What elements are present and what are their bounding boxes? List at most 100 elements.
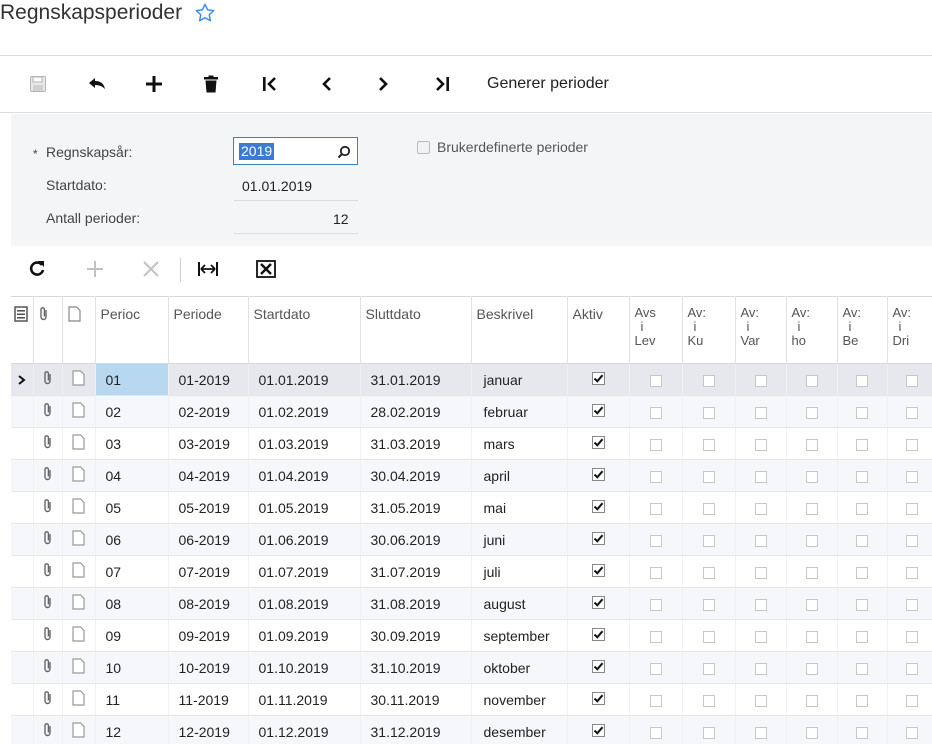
- table-row[interactable]: 01 01-2019 01.01.2019 31.01.2019 januar: [11, 363, 932, 396]
- cell-nr[interactable]: 06: [95, 523, 169, 556]
- note-cell[interactable]: [62, 395, 96, 428]
- cell-sluttdato[interactable]: 30.04.2019: [360, 459, 472, 492]
- cell-nr[interactable]: 08: [95, 587, 169, 620]
- active-checkbox[interactable]: [591, 371, 605, 388]
- row-selector-header[interactable]: [11, 296, 34, 364]
- table-row[interactable]: 12 12-2019 01.12.2019 31.12.2019 desember: [11, 715, 932, 744]
- cell-flag-5[interactable]: [837, 395, 888, 428]
- cell-flag-5[interactable]: [837, 651, 888, 684]
- col-header-flag-2[interactable]: Av: i Ku: [682, 296, 736, 364]
- cell-flag-3[interactable]: [735, 619, 787, 652]
- cell-flag-1[interactable]: [629, 555, 683, 588]
- cell-periode[interactable]: 06-2019: [168, 523, 249, 556]
- flag-checkbox[interactable]: [754, 566, 767, 579]
- flag-checkbox[interactable]: [856, 630, 868, 643]
- flag-checkbox[interactable]: [805, 726, 818, 739]
- cell-flag-6[interactable]: [887, 459, 932, 492]
- cell-startdato[interactable]: 01.11.2019: [248, 683, 361, 716]
- flag-checkbox[interactable]: [702, 438, 715, 451]
- cell-startdato[interactable]: 01.09.2019: [248, 619, 361, 652]
- cell-flag-3[interactable]: [735, 683, 787, 716]
- attachment-cell[interactable]: [33, 587, 63, 620]
- cell-flag-4[interactable]: [786, 587, 838, 620]
- flag-checkbox[interactable]: [754, 598, 767, 611]
- table-row[interactable]: 10 10-2019 01.10.2019 31.10.2019 oktober: [11, 651, 932, 684]
- row-indicator[interactable]: [11, 395, 34, 428]
- col-header-nr[interactable]: Perioc: [95, 296, 169, 364]
- cell-nr[interactable]: 12: [95, 715, 169, 744]
- flag-checkbox[interactable]: [905, 406, 918, 419]
- note-cell[interactable]: [62, 523, 96, 556]
- note-cell[interactable]: [62, 683, 96, 716]
- flag-checkbox[interactable]: [905, 662, 918, 675]
- row-indicator[interactable]: [11, 523, 34, 556]
- flag-checkbox[interactable]: [649, 694, 662, 707]
- flag-checkbox[interactable]: [754, 630, 767, 643]
- next-record-button[interactable]: [372, 56, 396, 112]
- active-checkbox[interactable]: [591, 563, 605, 580]
- favorite-star-icon[interactable]: [194, 2, 216, 24]
- col-header-aktiv[interactable]: Aktiv: [567, 296, 630, 364]
- cell-flag-4[interactable]: [786, 715, 838, 744]
- note-cell[interactable]: [62, 555, 96, 588]
- flag-checkbox[interactable]: [649, 726, 662, 739]
- cell-flag-6[interactable]: [887, 363, 932, 396]
- cell-aktiv[interactable]: [567, 587, 630, 620]
- cell-nr[interactable]: 04: [95, 459, 169, 492]
- first-record-button[interactable]: [257, 56, 283, 112]
- cell-startdato[interactable]: 01.03.2019: [248, 427, 361, 460]
- cell-startdato[interactable]: 01.01.2019: [248, 363, 361, 396]
- cell-beskrivelse[interactable]: juni: [471, 523, 568, 556]
- flag-checkbox[interactable]: [649, 470, 662, 483]
- delete-button[interactable]: [199, 56, 223, 112]
- note-cell[interactable]: [62, 619, 96, 652]
- cell-sluttdato[interactable]: 31.12.2019: [360, 715, 472, 744]
- last-record-button[interactable]: [429, 56, 455, 112]
- cell-flag-5[interactable]: [837, 587, 888, 620]
- cell-beskrivelse[interactable]: november: [471, 683, 568, 716]
- cell-sluttdato[interactable]: 31.08.2019: [360, 587, 472, 620]
- cell-startdato[interactable]: 01.10.2019: [248, 651, 361, 684]
- cell-beskrivelse[interactable]: januar: [471, 363, 568, 396]
- flag-checkbox[interactable]: [856, 406, 868, 419]
- flag-checkbox[interactable]: [649, 630, 662, 643]
- flag-checkbox[interactable]: [905, 630, 918, 643]
- cell-flag-6[interactable]: [887, 683, 932, 716]
- attachment-cell[interactable]: [33, 555, 63, 588]
- flag-checkbox[interactable]: [805, 694, 818, 707]
- cell-nr[interactable]: 07: [95, 555, 169, 588]
- cell-beskrivelse[interactable]: april: [471, 459, 568, 492]
- cell-flag-4[interactable]: [786, 395, 838, 428]
- cell-aktiv[interactable]: [567, 619, 630, 652]
- flag-checkbox[interactable]: [805, 534, 818, 547]
- note-cell[interactable]: [62, 651, 96, 684]
- cell-flag-5[interactable]: [837, 363, 888, 396]
- undo-button[interactable]: [84, 56, 110, 112]
- cell-startdato[interactable]: 01.02.2019: [248, 395, 361, 428]
- cell-flag-4[interactable]: [786, 427, 838, 460]
- cell-flag-2[interactable]: [682, 459, 736, 492]
- cell-periode[interactable]: 09-2019: [168, 619, 249, 652]
- row-indicator[interactable]: [11, 427, 34, 460]
- table-row[interactable]: 07 07-2019 01.07.2019 31.07.2019 juli: [11, 555, 932, 588]
- cell-flag-3[interactable]: [735, 459, 787, 492]
- cell-startdato[interactable]: 01.06.2019: [248, 523, 361, 556]
- cell-sluttdato[interactable]: 30.06.2019: [360, 523, 472, 556]
- flag-checkbox[interactable]: [649, 502, 662, 515]
- cell-flag-4[interactable]: [786, 363, 838, 396]
- cell-flag-2[interactable]: [682, 427, 736, 460]
- cell-flag-5[interactable]: [837, 523, 888, 556]
- flag-checkbox[interactable]: [754, 438, 767, 451]
- flag-checkbox[interactable]: [805, 630, 818, 643]
- cell-periode[interactable]: 04-2019: [168, 459, 249, 492]
- attachment-cell[interactable]: [33, 523, 63, 556]
- cell-flag-4[interactable]: [786, 491, 838, 524]
- table-row[interactable]: 05 05-2019 01.05.2019 31.05.2019 mai: [11, 491, 932, 524]
- cell-flag-6[interactable]: [887, 619, 932, 652]
- flag-checkbox[interactable]: [905, 726, 918, 739]
- flag-checkbox[interactable]: [702, 534, 715, 547]
- cell-periode[interactable]: 07-2019: [168, 555, 249, 588]
- cell-aktiv[interactable]: [567, 683, 630, 716]
- cell-sluttdato[interactable]: 31.10.2019: [360, 651, 472, 684]
- flag-checkbox[interactable]: [754, 374, 767, 387]
